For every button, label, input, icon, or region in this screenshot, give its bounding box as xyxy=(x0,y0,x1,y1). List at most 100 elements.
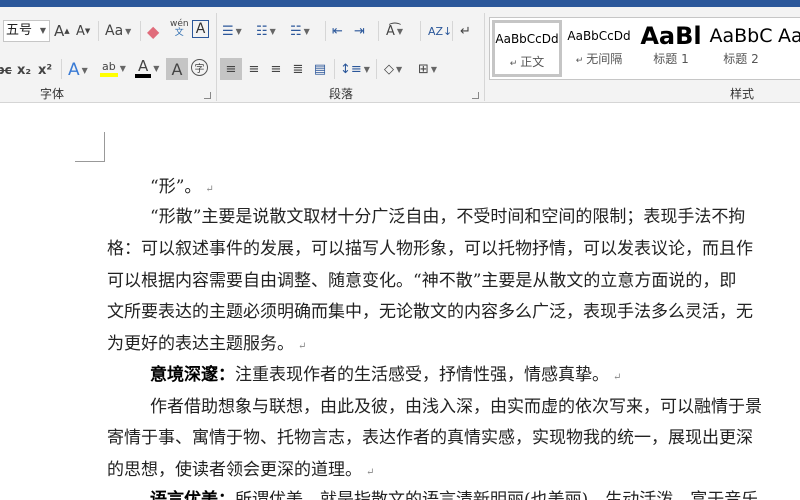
chevron-down-icon: ▼ xyxy=(153,63,160,73)
font-color-button[interactable]: A ▼ xyxy=(135,57,159,79)
align-right-button[interactable]: ≡ xyxy=(265,58,287,80)
align-right-icon: ≡ xyxy=(270,61,282,77)
increase-indent-button[interactable]: ⇥ xyxy=(354,20,365,42)
bold-heading: 意境深邃： xyxy=(150,365,235,385)
borders-button[interactable]: ⊞ ▼ xyxy=(418,58,437,80)
chevron-down-icon: ▼ xyxy=(269,26,276,36)
style-heading-1[interactable]: AaBl 标题 1 xyxy=(636,20,706,77)
shrink-font-button[interactable]: A ▼ xyxy=(76,20,90,42)
line-spacing-button[interactable]: ↕≡ ▼ xyxy=(340,58,370,80)
clear-formatting-button[interactable]: ◆ xyxy=(147,20,159,42)
eraser-icon: ◆ xyxy=(147,21,160,41)
numbering-button[interactable]: ☷ ▼ xyxy=(256,20,276,42)
style-normal[interactable]: AaBbCcDd ↵ 正文 xyxy=(492,20,562,77)
chevron-down-icon: ▼ xyxy=(235,26,242,36)
style-preview: Aa xyxy=(778,25,800,47)
line-text: 为更好的表达主题服务。 xyxy=(107,334,294,354)
text-line: 语言优美：所谓优美，就是指散文的语言清新明丽(也美丽)，生动活泼，富于音乐 xyxy=(150,485,758,500)
chevron-down-icon: ▼ xyxy=(303,26,310,36)
text-line: 为更好的表达主题服务。 ↵ xyxy=(107,329,306,354)
text-line: “形散”主要是说散文取材十分广泛自由，不受时间和空间的限制；表现手法不拘 xyxy=(150,202,745,227)
phonetic-guide-button[interactable]: wén 文 xyxy=(170,18,189,40)
distributed-icon: ▤ xyxy=(313,61,327,77)
enclose-characters-button[interactable]: 字 xyxy=(191,59,208,76)
divider xyxy=(61,59,62,79)
shading-button[interactable]: ◇ ▼ xyxy=(384,58,402,80)
style-name: 无间隔 xyxy=(586,52,623,66)
divider xyxy=(452,21,453,41)
character-shading-button[interactable]: A xyxy=(166,58,188,80)
shrink-font-icon: A xyxy=(76,23,85,39)
strikethrough-button[interactable]: bc xyxy=(0,59,12,81)
line-text: 文所要表达的主题必须明确而集中，无论散文的内容多么广泛，表现手法多么灵活，无 xyxy=(107,302,753,322)
paragraph-mark-icon: ↵ xyxy=(460,23,471,39)
grow-font-button[interactable]: A ▲ xyxy=(54,20,70,42)
line-text: 可以根据内容需要自由调整、随意变化。“神不散”主要是从散文的立意方面说的，即 xyxy=(107,271,737,291)
line-text: “形”。 xyxy=(150,177,202,197)
numbered-list-icon: ☷ xyxy=(256,23,268,39)
line-text: “形散”主要是说散文取材十分广泛自由，不受时间和空间的限制；表现手法不拘 xyxy=(150,207,746,227)
increase-indent-icon: ⇥ xyxy=(354,23,365,39)
style-name: 标题 2 xyxy=(723,52,759,66)
align-center-button[interactable]: ≡ xyxy=(243,58,265,80)
superscript-icon: x² xyxy=(38,62,53,78)
grow-font-icon: A xyxy=(54,22,65,40)
text-line: 格：可以叙述事件的发展，可以描写人物形象，可以托物抒情，可以发表议论，而且作 xyxy=(107,234,753,259)
decrease-indent-button[interactable]: ⇤ xyxy=(332,20,343,42)
chevron-down-icon: ▼ xyxy=(396,26,404,36)
font-size-select[interactable]: 五号 ▼ xyxy=(3,20,50,42)
text-line: 文所要表达的主题必须明确而集中，无论散文的内容多么广泛，表现手法多么灵活，无 xyxy=(107,297,753,322)
align-center-icon: ≡ xyxy=(248,61,260,77)
change-case-button[interactable]: Aa ▼ xyxy=(105,20,131,42)
chinese-layout-button[interactable]: A͡ ▼ xyxy=(386,20,403,42)
multilevel-list-button[interactable]: ☵ ▼ xyxy=(290,20,310,42)
borders-icon: ⊞ xyxy=(418,61,429,77)
paragraph-group-label: 段落 xyxy=(329,87,354,101)
divider xyxy=(140,21,141,41)
bullet-list-icon: ☰ xyxy=(222,23,234,39)
ribbon: 五号 ▼ A ▲ A ▼ Aa ▼ ◆ wén 文 A bc x₂ x² A ▼ ab ▼ A… xyxy=(0,7,800,103)
line-text: 的思想，使读者领会更深的道理。 xyxy=(107,460,362,480)
justify-icon: ≣ xyxy=(292,61,304,77)
font-dialog-launcher[interactable] xyxy=(204,92,211,99)
divider xyxy=(378,21,379,41)
text-line: 的思想，使读者领会更深的道理。 ↵ xyxy=(107,455,374,480)
style-title[interactable]: Aa xyxy=(778,20,800,77)
text-effects-icon: A xyxy=(68,60,80,80)
sort-button[interactable]: AZ↓ xyxy=(428,20,452,42)
highlight-button[interactable]: ab ▼ xyxy=(100,57,126,79)
chevron-down-icon: ▼ xyxy=(125,26,132,36)
highlight-icon: ab xyxy=(100,60,118,77)
document-page[interactable]: “形”。 ↵ “形散”主要是说散文取材十分广泛自由，不受时间和空间的限制；表现手法不… xyxy=(0,104,800,500)
style-heading-2[interactable]: AaBbC 标题 2 xyxy=(706,20,776,77)
enclose-characters-icon: 字 xyxy=(194,64,205,75)
align-left-icon: ≡ xyxy=(225,61,237,77)
change-case-icon: Aa xyxy=(105,23,124,39)
decrease-indent-icon: ⇤ xyxy=(332,23,343,39)
show-marks-button[interactable]: ↵ xyxy=(460,20,471,42)
superscript-button[interactable]: x² xyxy=(38,59,52,81)
subscript-icon: x₂ xyxy=(17,62,32,78)
style-preview: AaBbC xyxy=(709,25,773,47)
style-no-spacing[interactable]: AaBbCcDd ↵ 无间隔 xyxy=(564,20,634,77)
font-size-value: 五号 xyxy=(6,23,33,38)
justify-button[interactable]: ≣ xyxy=(287,58,309,80)
style-preview: AaBl xyxy=(640,22,702,50)
bullets-button[interactable]: ☰ ▼ xyxy=(222,20,242,42)
font-group-label: 字体 xyxy=(40,87,65,101)
font-color-icon: A xyxy=(135,58,152,78)
paragraph-mark-icon: ↵ xyxy=(613,372,622,383)
character-border-button[interactable]: A xyxy=(192,20,209,38)
line-text: 作者借助想象与联想，由此及彼，由浅入深，由实而虚的依次写来，可以融情于景 xyxy=(150,397,762,417)
paragraph-dialog-launcher[interactable] xyxy=(472,92,479,99)
text-effects-button[interactable]: A ▼ xyxy=(68,59,88,81)
chinese-layout-icon: A͡ xyxy=(386,23,395,39)
strikethrough-icon: bc xyxy=(0,63,12,77)
subscript-button[interactable]: x₂ xyxy=(17,59,31,81)
distributed-button[interactable]: ▤ xyxy=(309,58,331,80)
align-left-button[interactable]: ≡ xyxy=(220,58,242,80)
chevron-down-icon: ▼ xyxy=(396,64,403,74)
margin-corner-mark xyxy=(75,132,105,162)
style-name: 正文 xyxy=(520,55,545,69)
line-text: 寄情于事、寓情于物、托物言志，表达作者的真情实感，实现物我的统一，展现出更深 xyxy=(107,428,753,448)
